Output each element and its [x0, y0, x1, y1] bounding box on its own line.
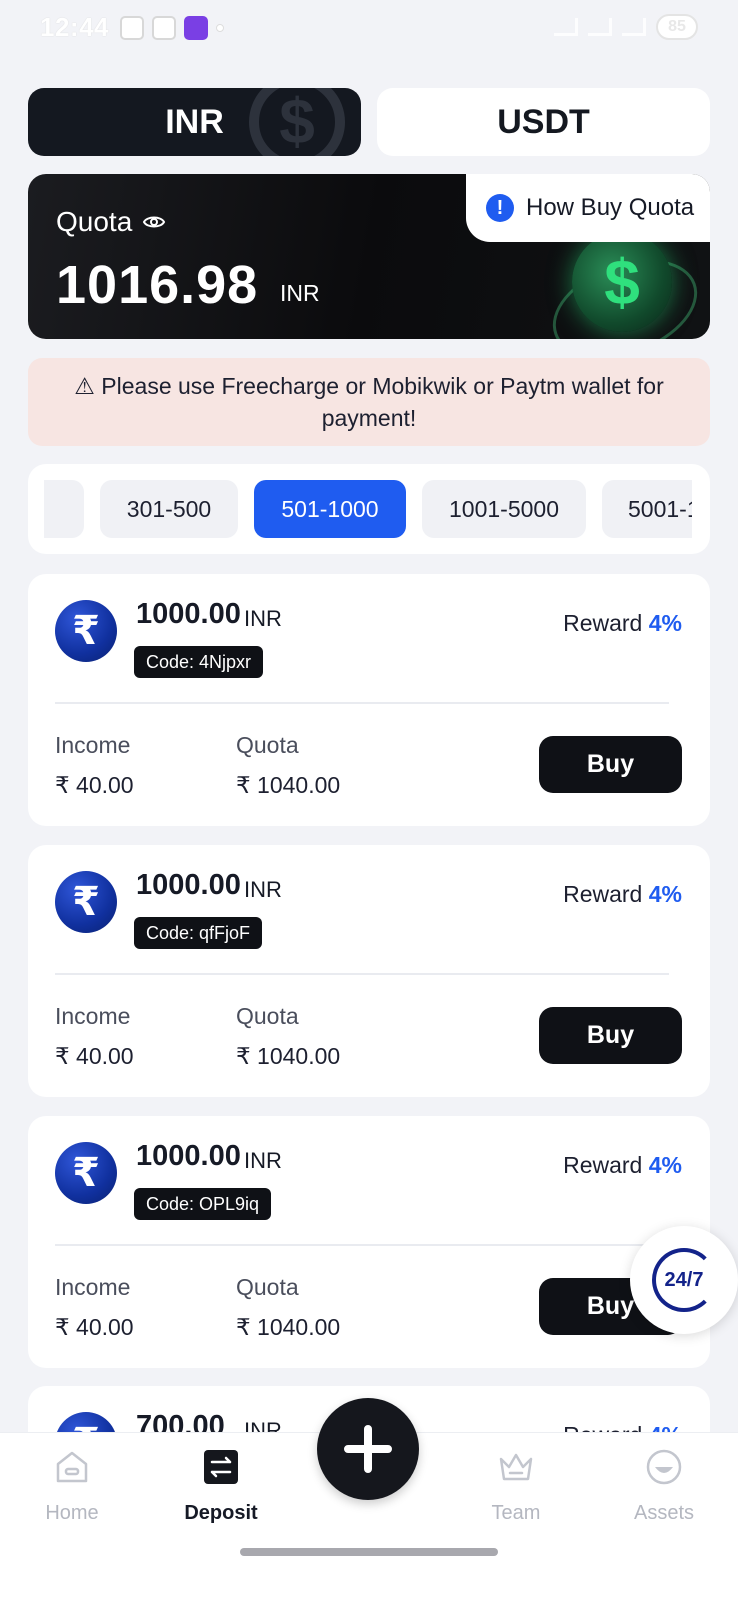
reward-percent: 4% — [648, 610, 682, 636]
tab-inr[interactable]: $ INR — [28, 88, 361, 156]
warning-icon: ⚠ — [74, 373, 95, 399]
status-system-icons: 85 — [554, 14, 698, 40]
rupee-icon: ₹ — [55, 871, 117, 933]
range-tabs-scroller[interactable]: 301-500 501-1000 1001-5000 5001-1 — [44, 480, 692, 538]
quota-label: Quota — [236, 1274, 299, 1300]
rupee-icon: ₹ — [55, 600, 117, 662]
nav-assets-label: Assets — [633, 1502, 695, 1524]
support-24-7-button[interactable]: 24/7 — [630, 1226, 738, 1334]
dollar-coin-icon: $ — [572, 232, 672, 332]
quota-unit: INR — [280, 280, 320, 306]
reward-label: Reward — [563, 610, 643, 636]
range-tab-501-1000[interactable]: 501-1000 — [254, 480, 406, 538]
offer-unit: INR — [244, 1148, 282, 1173]
how-buy-quota-label: How Buy Quota — [526, 194, 695, 221]
offer-amount: 1000.00 — [136, 869, 241, 901]
exchange-icon — [204, 1450, 238, 1484]
nav-assets[interactable]: Assets — [604, 1447, 724, 1525]
status-bar: 12:44 85 — [0, 0, 738, 56]
plus-icon — [344, 1425, 392, 1473]
tab-inr-label: INR — [165, 102, 224, 141]
currency-tabs: $ INR USDT — [28, 88, 710, 156]
reward-label: Reward — [563, 1152, 643, 1178]
reward-percent: 4% — [648, 1152, 682, 1178]
rupee-icon: ₹ — [55, 1142, 117, 1204]
payment-notice: ⚠ Please use Freecharge or Mobikwik or P… — [28, 358, 710, 446]
quota-value: ₹ 1040.00 — [236, 1043, 341, 1069]
offer-amount: 1000.00 — [136, 1140, 241, 1172]
buy-button[interactable]: Buy — [539, 1007, 682, 1064]
offer-code-badge: Code: qfFjoF — [134, 917, 263, 949]
screenshot-icon — [120, 16, 144, 40]
buy-button[interactable]: Buy — [539, 736, 682, 793]
offer-code-badge: Code: 4Njpxr — [134, 646, 264, 678]
home-indicator[interactable] — [240, 1548, 498, 1556]
status-time: 12:44 — [40, 12, 109, 42]
quota-banner: $ Quota 1016.98 INR ! How Buy Quota — [28, 174, 710, 339]
crown-icon — [499, 1453, 533, 1481]
battery-icon: 85 — [656, 14, 698, 40]
wallet-icon — [646, 1449, 682, 1485]
reward-percent: 4% — [648, 881, 682, 907]
offer-reward: Reward 4% — [563, 610, 682, 637]
quota-label: Quota — [236, 732, 299, 758]
dollar-coin-icon: $ — [249, 88, 345, 156]
tab-usdt[interactable]: USDT — [377, 88, 710, 156]
status-notification-icons — [120, 16, 224, 40]
offer-unit: INR — [244, 606, 282, 631]
app-purple-icon — [184, 16, 208, 40]
quota-label-row: Quota — [56, 206, 166, 238]
support-label: 24/7 — [664, 1268, 704, 1291]
income-label: Income — [55, 732, 131, 758]
amount-range-tabs: 301-500 501-1000 1001-5000 5001-1 — [28, 464, 710, 554]
quota-label: Quota — [236, 1003, 299, 1029]
income-value: ₹ 40.00 — [55, 1314, 134, 1340]
info-icon: ! — [486, 194, 514, 222]
range-tab-301-500[interactable]: 301-500 — [100, 480, 238, 538]
range-tab-5001[interactable]: 5001-1 — [602, 480, 692, 538]
quota-value: ₹ 1040.00 — [236, 1314, 341, 1340]
nav-team-label: Team — [491, 1502, 541, 1524]
clock-24-7-icon: 24/7 — [652, 1248, 716, 1312]
wifi-icon — [554, 18, 578, 36]
nav-home[interactable]: Home — [12, 1447, 132, 1525]
range-tab-1001-5000[interactable]: 1001-5000 — [422, 480, 586, 538]
divider — [55, 973, 669, 975]
payment-notice-text: Please use Freecharge or Mobikwik or Pay… — [101, 373, 664, 431]
divider — [55, 702, 669, 704]
offer-code-badge: Code: OPL9iq — [134, 1188, 272, 1220]
income-value: ₹ 40.00 — [55, 1043, 134, 1069]
more-notifications-dot-icon — [216, 24, 224, 32]
signal-icon — [588, 18, 612, 36]
income-label: Income — [55, 1274, 131, 1300]
eye-icon[interactable] — [142, 210, 166, 234]
nav-home-label: Home — [45, 1502, 99, 1524]
range-tab-previous[interactable] — [44, 480, 84, 538]
offer-reward: Reward 4% — [563, 1152, 682, 1179]
offer-reward: Reward 4% — [563, 881, 682, 908]
income-value: ₹ 40.00 — [55, 772, 134, 798]
income-label: Income — [55, 1003, 131, 1029]
add-fab-button[interactable] — [317, 1398, 419, 1500]
quota-value: ₹ 1040.00 — [236, 772, 341, 798]
nav-team[interactable]: Team — [456, 1447, 576, 1525]
offer-unit: INR — [244, 877, 282, 902]
tab-usdt-label: USDT — [497, 102, 590, 141]
reward-label: Reward — [563, 881, 643, 907]
home-icon — [56, 1451, 88, 1483]
offer-card: ₹ 1000.00 INR Code: 4Njpxr Reward 4% Inc… — [28, 574, 710, 826]
signal-2-icon — [622, 18, 646, 36]
offer-card: ₹ 1000.00 INR Code: qfFjoF Reward 4% Inc… — [28, 845, 710, 1097]
how-buy-quota-button[interactable]: ! How Buy Quota — [466, 174, 710, 242]
nav-deposit[interactable]: Deposit — [161, 1447, 281, 1525]
offer-amount: 1000.00 — [136, 598, 241, 630]
nav-deposit-label: Deposit — [184, 1502, 258, 1524]
offer-card: ₹ 1000.00 INR Code: OPL9iq Reward 4% Inc… — [28, 1116, 710, 1368]
quota-amount: 1016.98 — [56, 255, 259, 315]
quota-label: Quota — [56, 206, 133, 237]
divider — [55, 1244, 669, 1246]
app-notification-icon — [152, 16, 176, 40]
